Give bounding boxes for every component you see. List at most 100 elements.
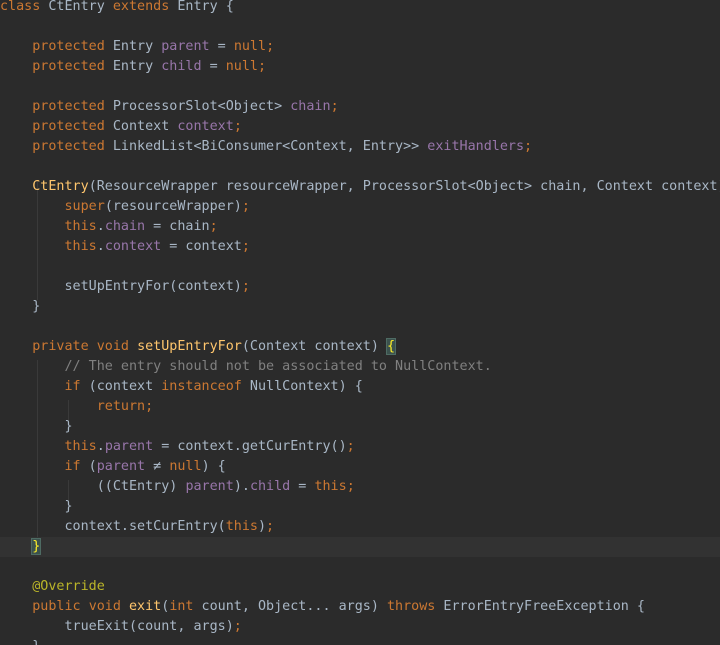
code-token: }: [0, 299, 41, 314]
code-token: ;: [346, 479, 355, 494]
code-token: this: [314, 479, 347, 494]
code-token: (Context context): [241, 339, 387, 354]
code-line[interactable]: class CtEntry extends Entry {: [0, 0, 720, 17]
code-line[interactable]: }: [0, 497, 720, 517]
code-token: setUpEntryFor: [137, 339, 242, 354]
code-line[interactable]: protected Context context;: [0, 117, 720, 137]
code-line[interactable]: this.context = context;: [0, 237, 720, 257]
code-line[interactable]: [0, 257, 720, 277]
code-line[interactable]: return;: [0, 397, 720, 417]
code-line[interactable]: context.setCurEntry(this);: [0, 517, 720, 537]
code-token: CtEntry: [40, 0, 113, 14]
code-line[interactable]: }: [0, 417, 720, 437]
code-token: ;: [209, 219, 218, 234]
code-token: setUpEntryFor(context): [0, 279, 242, 294]
code-line[interactable]: [0, 317, 720, 337]
code-token: protected: [0, 119, 105, 134]
code-line[interactable]: setUpEntryFor(context);: [0, 277, 720, 297]
code-token: ((CtEntry): [0, 479, 186, 494]
code-token: ) {: [201, 459, 226, 474]
code-token: =: [209, 39, 234, 54]
code-token: (: [80, 459, 97, 474]
code-line[interactable]: if (parent ≠ null) {: [0, 457, 720, 477]
code-line[interactable]: }: [0, 297, 720, 317]
code-token: context.setCurEntry(: [0, 519, 226, 534]
code-token: this: [64, 239, 97, 254]
code-token: null: [225, 59, 258, 74]
code-token: int: [169, 599, 194, 614]
code-token: ;: [241, 239, 250, 254]
code-line[interactable]: [0, 77, 720, 97]
code-token: ): [257, 519, 267, 534]
code-token: instanceof: [161, 379, 242, 394]
code-line[interactable]: this.chain = chain;: [0, 217, 720, 237]
code-token: ;: [241, 279, 250, 294]
code-line[interactable]: if (context instanceof NullContext) {: [0, 377, 720, 397]
code-line[interactable]: trueExit(count, args);: [0, 617, 720, 637]
code-line[interactable]: protected Entry child = null;: [0, 57, 720, 77]
code-line[interactable]: }: [0, 537, 720, 557]
code-token: =: [290, 479, 315, 494]
code-token: {: [385, 338, 397, 355]
code-token: exitHandlers: [427, 139, 525, 154]
code-line[interactable]: CtEntry(ResourceWrapper resourceWrapper,…: [0, 177, 720, 197]
code-token: }: [0, 499, 73, 514]
code-token: public: [0, 599, 81, 614]
code-line[interactable]: @Override: [0, 577, 720, 597]
code-token: ≠: [145, 459, 170, 474]
code-token: context: [104, 239, 162, 254]
code-line[interactable]: [0, 157, 720, 177]
code-editor[interactable]: class CtEntry extends Entry { protected …: [0, 0, 720, 645]
code-token: class: [0, 0, 41, 14]
code-line[interactable]: protected Entry parent = null;: [0, 37, 720, 57]
code-line[interactable]: public void exit(int count, Object... ar…: [0, 597, 720, 617]
code-token: void: [88, 599, 121, 614]
code-token: child: [249, 479, 291, 494]
code-line[interactable]: super(resourceWrapper);: [0, 197, 720, 217]
code-token: NullContext) {: [241, 379, 363, 394]
code-token: ;: [330, 99, 339, 114]
code-token: this: [64, 219, 97, 234]
code-token: protected: [0, 59, 105, 74]
code-line[interactable]: }: [0, 637, 720, 645]
code-token: =: [201, 59, 226, 74]
code-token: ErrorEntryFreeException {: [435, 599, 645, 614]
code-token: parent: [96, 459, 146, 474]
code-token: // The entry should not be associated to…: [0, 359, 492, 374]
code-token: null: [233, 39, 267, 54]
code-token: parent: [161, 39, 210, 54]
code-token: return: [96, 399, 146, 414]
code-line[interactable]: [0, 557, 720, 577]
code-token: exit: [129, 599, 162, 614]
code-line[interactable]: ((CtEntry) parent).child = this;: [0, 477, 720, 497]
code-token: ).: [233, 479, 250, 494]
code-token: (resourceWrapper): [104, 199, 242, 214]
code-token: if: [64, 379, 81, 394]
code-line[interactable]: protected LinkedList<BiConsumer<Context,…: [0, 137, 720, 157]
code-token: context: [177, 119, 234, 134]
code-token: ;: [241, 199, 250, 214]
code-token: child: [161, 59, 202, 74]
code-token: super: [64, 199, 105, 214]
code-line[interactable]: this.parent = context.getCurEntry();: [0, 437, 720, 457]
code-token: CtEntry: [32, 179, 89, 194]
code-token: ProcessorSlot<Object>: [104, 99, 291, 114]
code-token: chain: [290, 99, 331, 114]
code-token: }: [0, 419, 73, 434]
code-line[interactable]: // The entry should not be associated to…: [0, 357, 720, 377]
code-token: protected: [0, 139, 105, 154]
code-token: Entry: [104, 59, 162, 74]
code-line[interactable]: [0, 17, 720, 37]
code-line[interactable]: protected ProcessorSlot<Object> chain;: [0, 97, 720, 117]
code-token: count, Object... args): [193, 599, 387, 614]
code-token: throws: [386, 599, 436, 614]
code-line[interactable]: private void setUpEntryFor(Context conte…: [0, 337, 720, 357]
code-token: Entry {: [169, 0, 234, 14]
